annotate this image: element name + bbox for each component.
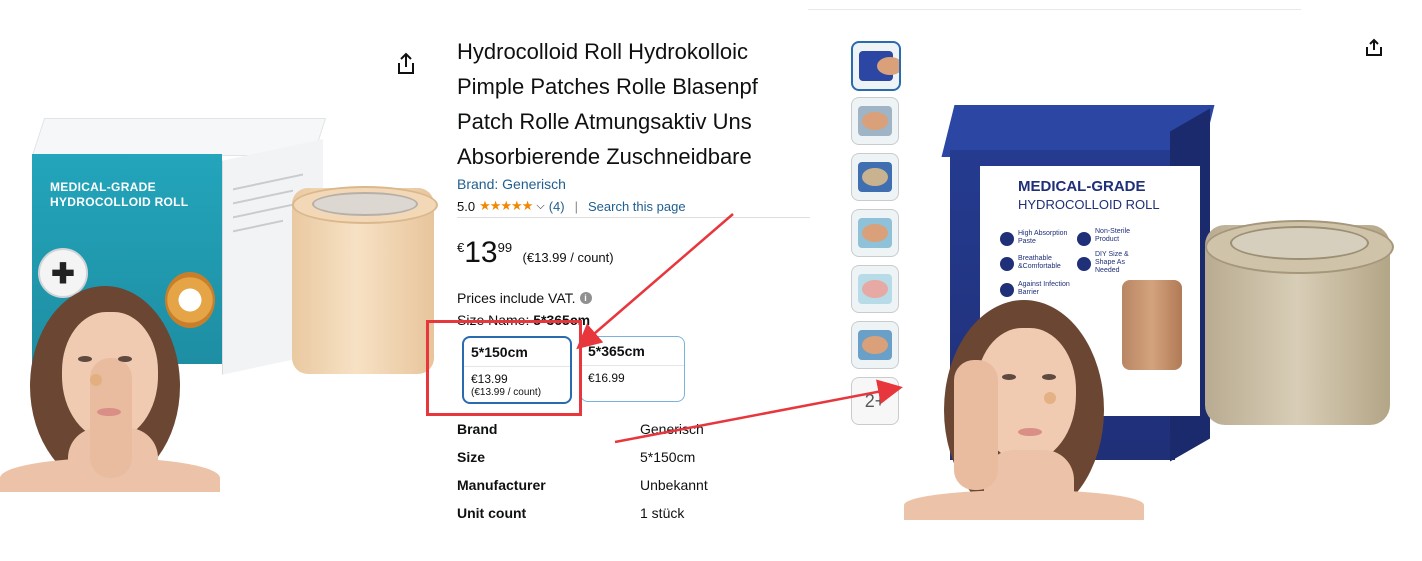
box-label: MEDICAL-GRADE HYDROCOLLOID ROLL	[50, 180, 189, 209]
info-icon[interactable]: i	[579, 292, 592, 304]
roll-hole	[1230, 226, 1369, 260]
option-price: €16.99	[588, 371, 625, 385]
title-line: Pimple Patches Rolle Blasenpf	[457, 74, 758, 99]
spec-row: Brand Generisch	[457, 421, 787, 437]
price-fraction: 99	[497, 240, 513, 255]
brand-link[interactable]: Brand: Generisch	[457, 176, 810, 192]
gallery-thumbnail[interactable]	[851, 153, 899, 201]
gallery-thumbnail[interactable]	[851, 209, 899, 257]
box-title-main: MEDICAL-GRADE	[1018, 178, 1146, 195]
price-symbol: €	[457, 240, 465, 255]
annotation-highlight-box	[426, 320, 582, 416]
gallery-thumbnail[interactable]	[851, 97, 899, 145]
annotation-arrow	[576, 213, 734, 350]
spec-value: Unbekannt	[640, 477, 708, 493]
feature-icon	[1000, 232, 1014, 246]
chevron-down-icon[interactable]: ⌵	[536, 200, 544, 213]
feature-text: Non-Sterile Product	[1095, 228, 1131, 243]
feature-text: Breathable &Comfortable	[1018, 255, 1061, 270]
feature-icon	[1000, 283, 1014, 297]
share-icon[interactable]	[395, 52, 417, 76]
price-whole: 13	[464, 236, 498, 269]
feature-text: Against Infection Barrier	[1018, 281, 1070, 296]
spec-key: Size	[457, 449, 486, 465]
gallery-thumbnail[interactable]	[851, 41, 901, 91]
option-label: 5*365cm	[588, 343, 645, 359]
box-title-sub: HYDROCOLLOID ROLL	[1018, 197, 1160, 212]
spec-row: Manufacturer Unbekannt	[457, 477, 787, 493]
top-divider	[808, 9, 1301, 10]
spec-value: 1 stück	[640, 505, 685, 521]
left-product-image[interactable]: MEDICAL-GRADE HYDROCOLLOID ROLL ✚	[0, 50, 445, 492]
title-line: Absorbierende Zuschneidbare	[457, 144, 752, 169]
spec-key: Unit count	[457, 505, 527, 521]
model-photo	[904, 300, 1144, 520]
title-line: Patch Rolle Atmungsaktiv Uns	[457, 109, 752, 134]
option-divider	[581, 365, 684, 366]
star-rating-icon[interactable]: ★★★★★	[479, 198, 533, 214]
model-photo	[0, 278, 220, 492]
spec-value: Generisch	[640, 421, 704, 437]
size-option-5x365[interactable]: 5*365cm €16.99	[580, 336, 685, 402]
price-per-unit: (€13.99 / count)	[522, 250, 614, 265]
spec-row: Size 5*150cm	[457, 449, 787, 465]
more-images-button[interactable]: 2+	[851, 377, 899, 425]
feature-icon	[1000, 257, 1014, 271]
feature-icon	[1077, 232, 1091, 246]
spec-key: Brand	[457, 421, 498, 437]
box-title: MEDICAL-GRADE HYDROCOLLOID ROLL	[1018, 178, 1218, 214]
search-page-link[interactable]: Search this page	[588, 199, 686, 214]
divider: |	[574, 198, 578, 214]
feature-text: High Absorption Paste	[1018, 230, 1068, 245]
vat-text: Prices include VAT.	[457, 290, 576, 306]
feature-text: DIY Size & Shape As Needed	[1095, 251, 1129, 274]
spec-row: Unit count 1 stück	[457, 505, 787, 521]
feature-icon	[1077, 257, 1091, 271]
roll-hole	[312, 192, 418, 216]
main-product-image[interactable]: MEDICAL-GRADE HYDROCOLLOID ROLL High Abs…	[900, 50, 1400, 520]
gallery-thumbnail[interactable]	[851, 265, 899, 313]
price: €1399 (€13.99 / count)	[457, 236, 614, 270]
product-title: Hydrocolloid Roll Hydrokolloic Pimple Pa…	[457, 34, 810, 174]
gallery-thumbnail[interactable]	[851, 321, 899, 369]
spec-key: Manufacturer	[457, 477, 546, 493]
rating-value: 5.0	[457, 198, 476, 214]
product-details: Hydrocolloid Roll Hydrokolloic Pimple Pa…	[457, 34, 810, 328]
divider-line	[457, 217, 810, 218]
vat-note: Prices include VAT. i	[457, 290, 592, 306]
share-icon[interactable]	[1364, 38, 1384, 58]
title-line: Hydrocolloid Roll Hydrokolloic	[457, 39, 748, 64]
review-count-link[interactable]: (4)	[549, 199, 565, 214]
rating-row: 5.0 ★★★★★ ⌵ (4) | Search this page	[457, 198, 810, 214]
spec-value: 5*150cm	[640, 449, 696, 465]
